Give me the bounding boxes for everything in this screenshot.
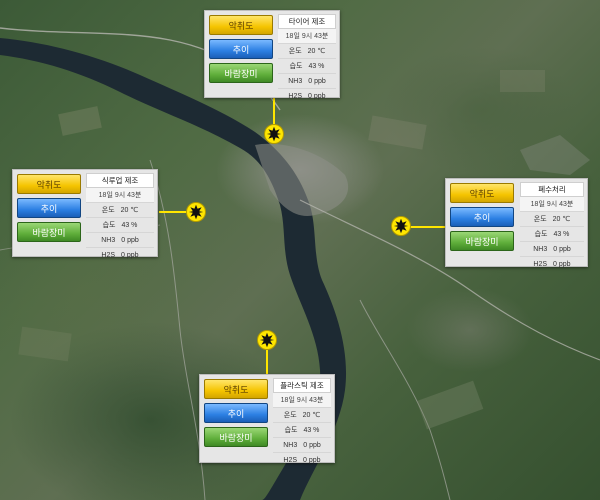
station-panel-1: 악취도 추이 바람장미 타이어 제조 18일 9시 43분 온도 20 ℃ 습도 4… (204, 10, 340, 100)
station-timestamp: 18일 9시 43분 (520, 197, 584, 212)
nh3-value: 0 ppb (553, 245, 571, 253)
gear-marker-icon (393, 218, 409, 234)
wind-rose-button[interactable]: 바람장미 (17, 222, 81, 242)
station-title: 타이어 제조 (278, 14, 336, 29)
h2s-value: 0 ppb (553, 261, 571, 268)
wind-rose-button[interactable]: 바람장미 (204, 427, 268, 447)
station-marker-3[interactable] (391, 216, 411, 236)
wind-rose-button[interactable]: 바람장미 (209, 63, 273, 83)
humidity-value: 43 % (121, 221, 138, 229)
station-timestamp: 18일 9시 43분 (86, 188, 154, 203)
h2s-label: H2S (288, 93, 303, 100)
station-timestamp: 18일 9시 43분 (273, 393, 331, 408)
h2s-label: H2S (101, 252, 116, 259)
gear-marker-icon (266, 126, 282, 142)
temp-label: 온도 (533, 216, 547, 223)
h2s-value: 0 ppb (303, 457, 321, 464)
station-panel-3: 악취도 추이 바람장미 폐수처리 18일 9시 43분 온도 20 ℃ 습도 43 … (445, 178, 588, 268)
temp-label: 온도 (288, 48, 302, 55)
h2s-label: H2S (533, 261, 548, 268)
gear-marker-icon (188, 204, 204, 220)
temp-value: 20 ℃ (302, 412, 321, 419)
humidity-value: 43 % (303, 426, 320, 434)
leader-line-3 (409, 226, 445, 228)
station-panel-4: 악취도 추이 바람장미 플라스틱 제조 18일 9시 43분 온도 20 ℃ 습도… (199, 374, 335, 464)
h2s-label: H2S (283, 457, 298, 464)
h2s-value: 0 ppb (308, 93, 326, 100)
humidity-label: 습도 (534, 231, 548, 238)
trend-button[interactable]: 추이 (17, 198, 81, 218)
station-marker-1[interactable] (264, 124, 284, 144)
nh3-value: 0 ppb (308, 77, 326, 85)
station-marker-2[interactable] (186, 202, 206, 222)
humidity-value: 43 % (308, 62, 325, 70)
h2s-value: 0 ppb (121, 252, 139, 259)
station-title: 폐수처리 (520, 182, 584, 197)
station-title: 식루업 제조 (86, 173, 154, 188)
gear-marker-icon (259, 332, 275, 348)
nh3-value: 0 ppb (121, 236, 139, 244)
trend-button[interactable]: 추이 (209, 39, 273, 59)
nh3-label: NH3 (283, 441, 298, 449)
humidity-label: 습도 (289, 63, 303, 70)
satellite-map[interactable]: 악취도 추이 바람장미 타이어 제조 18일 9시 43분 온도 20 ℃ 습도 4… (0, 0, 600, 500)
trend-button[interactable]: 추이 (204, 403, 268, 423)
odor-level-button[interactable]: 악취도 (209, 15, 273, 35)
station-panel-2: 악취도 추이 바람장미 식루업 제조 18일 9시 43분 온도 20 ℃ 습도 4… (12, 169, 158, 259)
nh3-value: 0 ppb (303, 441, 321, 449)
temp-value: 20 ℃ (307, 48, 326, 55)
station-timestamp: 18일 9시 43분 (278, 29, 336, 44)
temp-value: 20 ℃ (120, 207, 139, 214)
wind-rose-button[interactable]: 바람장미 (450, 231, 514, 251)
humidity-value: 43 % (553, 230, 570, 238)
odor-level-button[interactable]: 악취도 (17, 174, 81, 194)
station-marker-4[interactable] (257, 330, 277, 350)
humidity-label: 습도 (102, 222, 116, 229)
station-title: 플라스틱 제조 (273, 378, 331, 393)
nh3-label: NH3 (101, 236, 116, 244)
nh3-label: NH3 (533, 245, 548, 253)
leader-line-2 (159, 211, 187, 213)
odor-level-button[interactable]: 악취도 (450, 183, 514, 203)
odor-level-button[interactable]: 악취도 (204, 379, 268, 399)
temp-value: 20 ℃ (552, 216, 571, 223)
leader-line-4 (266, 348, 268, 374)
trend-button[interactable]: 추이 (450, 207, 514, 227)
temp-label: 온도 (101, 207, 115, 214)
nh3-label: NH3 (288, 77, 303, 85)
humidity-label: 습도 (284, 427, 298, 434)
temp-label: 온도 (283, 412, 297, 419)
